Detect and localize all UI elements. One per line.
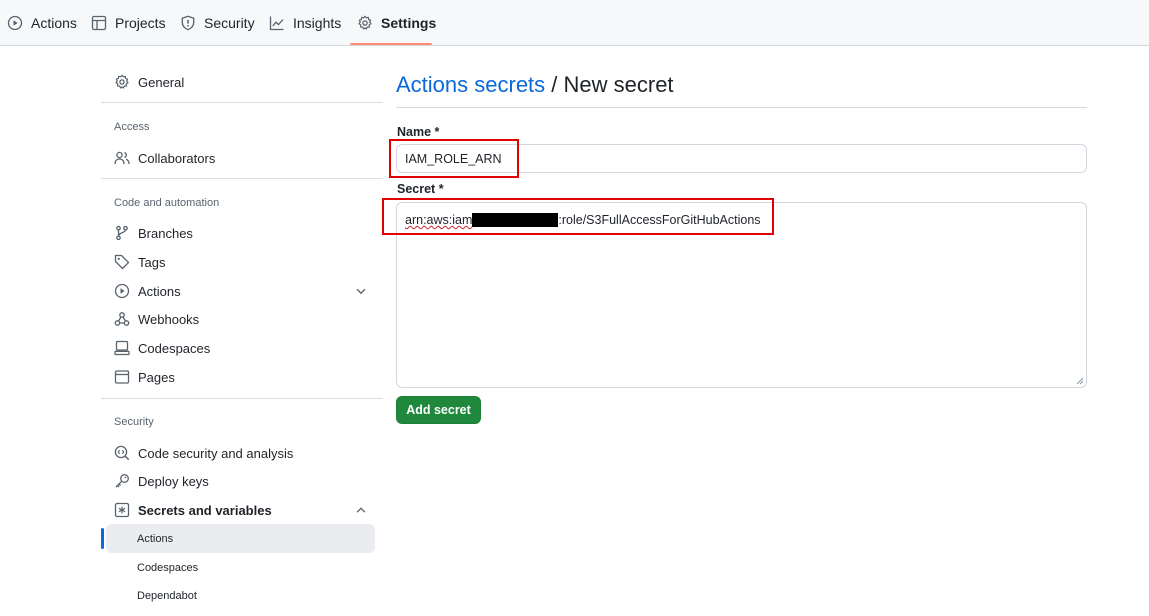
sidebar-item-label: Deploy keys xyxy=(138,473,209,489)
name-label: Name * xyxy=(397,125,440,139)
chevron-down-icon[interactable] xyxy=(354,284,368,298)
gear-icon xyxy=(358,15,372,30)
sidebar-subitem-codespaces[interactable]: Codespaces xyxy=(137,559,198,577)
git-branch-icon xyxy=(116,225,128,241)
page-title-text: New secret xyxy=(563,72,674,97)
sidebar-heading-code: Code and automation xyxy=(114,197,220,209)
chevron-up-icon[interactable] xyxy=(354,503,368,517)
sidebar-heading-security: Security xyxy=(114,416,154,428)
webhook-icon xyxy=(114,312,130,326)
codescan-icon xyxy=(114,445,130,461)
title-divider xyxy=(396,107,1087,108)
tag-icon xyxy=(114,254,130,270)
tab-actions[interactable]: Actions xyxy=(7,0,77,46)
page-title: Actions secrets / New secret xyxy=(396,72,674,98)
sidebar-item-label: Pages xyxy=(138,369,175,385)
sidebar-divider xyxy=(101,178,383,179)
sidebar-item-label: General xyxy=(138,74,185,90)
sidebar-item-label: Secrets and variables xyxy=(138,502,272,518)
sidebar-item-label: Collaborators xyxy=(138,150,216,166)
highlight-box-secret xyxy=(382,198,774,235)
resize-handle-icon[interactable] xyxy=(1076,377,1084,385)
sidebar-item-tags[interactable]: Tags xyxy=(114,252,165,272)
breadcrumb-separator: / xyxy=(545,72,564,97)
tab-insights-label: Insights xyxy=(293,15,342,31)
tab-security[interactable]: Security xyxy=(180,0,255,46)
table-icon xyxy=(91,15,107,31)
sidebar-subitem-actions[interactable]: Actions xyxy=(137,530,173,548)
add-secret-button[interactable]: Add secret xyxy=(396,396,481,424)
browser-icon xyxy=(114,370,130,384)
sidebar-item-webhooks[interactable]: Webhooks xyxy=(114,309,199,329)
sidebar-item-actions[interactable]: Actions xyxy=(114,281,181,301)
repo-nav: Actions Projects Security Insights Setti… xyxy=(0,0,1149,46)
tab-settings[interactable]: Settings xyxy=(357,0,436,46)
sidebar-item-collaborators[interactable]: Collaborators xyxy=(114,148,215,168)
graph-icon xyxy=(269,16,284,31)
sidebar-item-branches[interactable]: Branches xyxy=(114,223,193,243)
play-circle-icon xyxy=(7,15,23,31)
sidebar-item-label: Tags xyxy=(138,254,166,270)
tab-projects[interactable]: Projects xyxy=(91,0,166,46)
tab-actions-label: Actions xyxy=(31,15,77,31)
sidebar-subitem-dependabot[interactable]: Dependabot xyxy=(137,587,197,605)
sidebar-item-general[interactable]: General xyxy=(114,72,184,92)
breadcrumb-actions-secrets[interactable]: Actions secrets xyxy=(396,72,545,97)
highlight-box-name xyxy=(389,139,519,178)
sidebar-item-codespaces[interactable]: Codespaces xyxy=(114,338,210,358)
sidebar-item-label: Code security and analysis xyxy=(138,445,294,461)
sidebar-item-label: Webhooks xyxy=(138,311,200,327)
tab-projects-label: Projects xyxy=(115,15,166,31)
play-circle-icon xyxy=(114,283,130,299)
sidebar-item-label: Branches xyxy=(138,225,193,241)
sidebar-item-deploy-keys[interactable]: Deploy keys xyxy=(114,471,209,491)
shield-icon xyxy=(181,15,195,31)
key-icon xyxy=(115,474,129,488)
sidebar-item-label: Codespaces xyxy=(138,340,211,356)
secret-label: Secret * xyxy=(397,182,444,196)
sidebar-item-pages[interactable]: Pages xyxy=(114,367,175,387)
selected-tab-indicator xyxy=(350,43,432,45)
sidebar-item-secrets-variables[interactable]: Secrets and variables xyxy=(114,500,272,520)
sidebar-heading-access: Access xyxy=(114,121,150,133)
asterisk-icon xyxy=(114,502,130,518)
tab-settings-label: Settings xyxy=(381,15,437,31)
sidebar-item-label: Actions xyxy=(138,283,181,299)
active-item-indicator xyxy=(101,528,104,549)
sidebar-divider xyxy=(101,102,383,103)
codespaces-icon xyxy=(114,340,130,356)
gear-icon xyxy=(115,74,129,89)
people-icon xyxy=(114,151,130,165)
sidebar-divider xyxy=(101,398,383,399)
sidebar-item-code-security[interactable]: Code security and analysis xyxy=(114,443,293,463)
tab-insights[interactable]: Insights xyxy=(269,0,341,46)
tab-security-label: Security xyxy=(204,15,255,31)
